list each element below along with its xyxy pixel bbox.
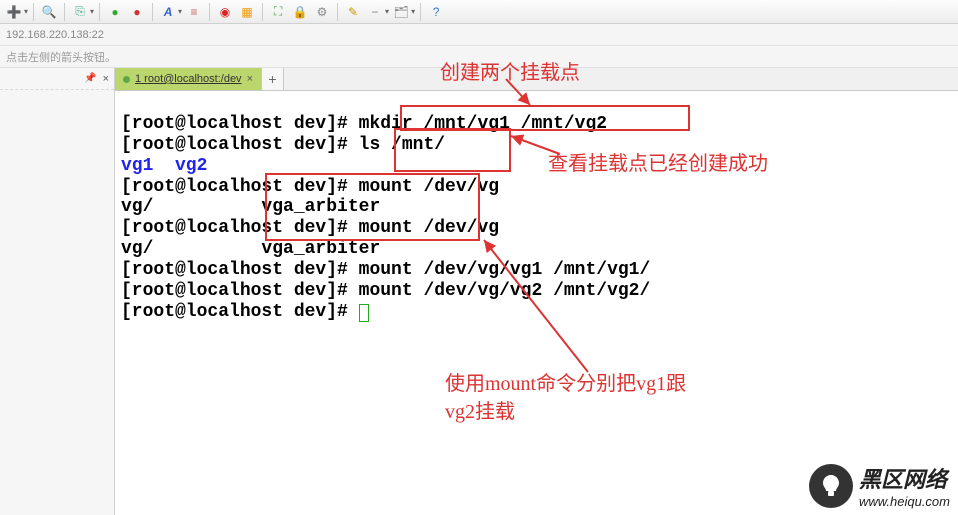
pin-icon[interactable]: 📌 — [84, 73, 96, 84]
orange-box-icon[interactable]: ▦ — [237, 2, 257, 22]
term-line: [root@localhost dev]# — [121, 302, 369, 322]
annotation-mount: 使用mount命令分别把vg1跟 vg2挂载 — [445, 370, 686, 426]
status-dot-icon — [123, 76, 130, 83]
snippet-icon[interactable]: ✎ — [343, 2, 363, 22]
red-circle-icon[interactable]: ◉ — [215, 2, 235, 22]
watermark-logo-icon — [809, 464, 853, 508]
term-line: vg/ vga_arbiter — [121, 239, 380, 259]
copy-icon[interactable]: ⎘ — [70, 2, 90, 22]
toolbar: ➕▾ 🔍 ⎘▾ ● ● A▾ ≡ ◉ ▦ ⛶ 🔒 ⚙ ✎ −▾ 🗂▾ ? — [0, 0, 958, 24]
plus-icon[interactable]: ➕ — [4, 2, 24, 22]
address-text: 192.168.220.138:22 — [6, 29, 104, 41]
lock-icon[interactable]: 🔒 — [290, 2, 310, 22]
side-pane: 📌 × — [0, 68, 115, 515]
watermark-url: www.heiqu.com — [859, 494, 950, 509]
annotation-verify: 查看挂载点已经创建成功 — [548, 147, 768, 176]
tab-add-button[interactable]: + — [262, 68, 284, 90]
tab-terminal[interactable]: 1 root@localhost:/dev × — [115, 68, 262, 90]
term-line: [root@localhost dev]# mount /dev/vg/vg2 … — [121, 281, 650, 301]
tab-label: 1 root@localhost:/dev — [135, 73, 242, 85]
tab-close-icon[interactable]: × — [247, 73, 253, 85]
fullscreen-icon[interactable]: ⛶ — [268, 2, 288, 22]
annotation-box-3 — [265, 173, 480, 241]
globe-red-icon[interactable]: ● — [127, 2, 147, 22]
annotation-create: 创建两个挂载点 — [440, 56, 580, 85]
content-pane: 1 root@localhost:/dev × + [root@localhos… — [115, 68, 958, 515]
globe-green-icon[interactable]: ● — [105, 2, 125, 22]
watermark: 黑区网络 www.heiqu.com — [809, 462, 950, 509]
lines-icon[interactable]: ≡ — [184, 2, 204, 22]
gear-icon[interactable]: ⚙ — [312, 2, 332, 22]
address-bar: 192.168.220.138:22 — [0, 24, 958, 46]
term-line: vg1 vg2 — [121, 156, 207, 176]
folders-icon[interactable]: 🗂 — [391, 2, 411, 22]
term-line: [root@localhost dev]# mount /dev/vg/vg1 … — [121, 260, 650, 280]
annotation-box-2 — [394, 128, 511, 172]
hint-text: 点击左侧的箭头按钮。 — [6, 49, 116, 65]
terminal[interactable]: [root@localhost dev]# mkdir /mnt/vg1 /mn… — [115, 91, 958, 515]
font-icon[interactable]: A — [158, 2, 178, 22]
minus-icon[interactable]: − — [365, 2, 385, 22]
cursor-icon — [359, 304, 369, 322]
watermark-title: 黑区网络 — [859, 462, 950, 494]
search-icon[interactable]: 🔍 — [39, 2, 59, 22]
help-icon[interactable]: ? — [426, 2, 446, 22]
sidepane-close-icon[interactable]: × — [103, 73, 109, 85]
